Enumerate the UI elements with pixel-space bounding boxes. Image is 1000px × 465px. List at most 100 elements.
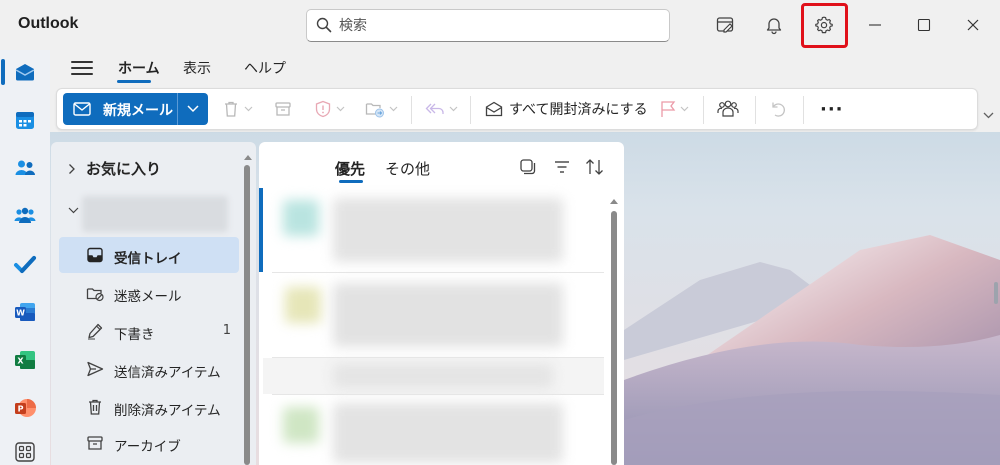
tab-other[interactable]: その他: [385, 158, 430, 179]
folder-label: 送信済みアイテム: [114, 365, 221, 381]
rail-excel[interactable]: X: [9, 344, 41, 376]
maximize-icon: [917, 18, 931, 32]
folder-scrollbar[interactable]: [244, 165, 250, 465]
search-icon: [316, 17, 332, 33]
folder-junk[interactable]: 迷惑メール: [59, 275, 239, 311]
draft-icon: [88, 323, 103, 340]
people-team-icon: [717, 100, 739, 117]
people-icon: [15, 160, 35, 175]
new-mail-label: 新規メール: [103, 103, 173, 119]
message-preview-redacted: [333, 403, 563, 463]
message-scroll-up[interactable]: [610, 193, 618, 208]
folder-drafts[interactable]: 下書き 1: [59, 313, 239, 349]
mark-all-read-label: すべて開封済みにする: [509, 102, 648, 118]
tab-home[interactable]: ホーム: [118, 58, 160, 78]
maximize-button[interactable]: [909, 10, 939, 40]
chevron-down-icon: [244, 106, 253, 112]
tab-active-underline: [117, 80, 151, 83]
folder-archive[interactable]: アーカイブ: [59, 425, 239, 461]
hamburger-menu-icon[interactable]: [71, 57, 93, 79]
account-header[interactable]: [68, 207, 79, 214]
rail-mail[interactable]: [9, 56, 41, 88]
toolbar-separator: [470, 96, 471, 124]
ribbon-collapse-button[interactable]: [983, 108, 994, 123]
message-item[interactable]: [263, 190, 604, 270]
bell-icon: [766, 18, 782, 35]
reply-all-icon: [425, 103, 444, 114]
move-to-button[interactable]: [365, 96, 398, 122]
chevron-down-icon: [449, 106, 458, 112]
my-day-button[interactable]: [708, 8, 742, 42]
rail-apps[interactable]: [9, 436, 41, 465]
new-mail-button[interactable]: 新規メール: [63, 93, 208, 125]
tab-help[interactable]: ヘルプ: [244, 58, 286, 78]
chevron-right-icon: [69, 163, 75, 174]
rail-people[interactable]: [9, 152, 41, 184]
search-input[interactable]: [339, 16, 659, 36]
folder-inbox[interactable]: 受信トレイ: [59, 237, 239, 273]
favorites-label: お気に入り: [86, 160, 162, 178]
mark-all-read-button[interactable]: すべて開封済みにする: [485, 96, 648, 122]
message-preview-redacted: [333, 198, 563, 262]
archive-icon: [275, 102, 291, 116]
svg-text:W: W: [16, 309, 25, 318]
svg-text:X: X: [17, 357, 24, 366]
archive-icon: [87, 436, 103, 450]
message-scrollbar[interactable]: [611, 211, 617, 465]
undo-icon: [772, 102, 785, 117]
new-mail-separator: [177, 93, 178, 125]
caret-up-icon: [244, 155, 252, 160]
inbox-icon: [87, 247, 103, 263]
report-button[interactable]: [314, 96, 345, 122]
rail-todo[interactable]: [9, 248, 41, 280]
archive-button[interactable]: [274, 96, 292, 122]
notifications-button[interactable]: [757, 8, 791, 42]
flag-icon: [661, 101, 676, 117]
rail-groups[interactable]: [9, 200, 41, 232]
rail-calendar[interactable]: [9, 104, 41, 136]
more-options-button[interactable]: ···: [820, 96, 844, 122]
message-item[interactable]: [263, 275, 604, 355]
my-day-icon: [716, 17, 734, 33]
reading-pane-scrollbar[interactable]: [994, 282, 998, 304]
folder-scroll-up[interactable]: [244, 149, 252, 164]
message-avatar: [283, 407, 319, 443]
sort-button[interactable]: [584, 156, 606, 178]
folder-label: 削除済みアイテム: [114, 403, 221, 419]
select-button[interactable]: [517, 156, 539, 178]
close-button[interactable]: [958, 10, 988, 40]
filter-button[interactable]: [551, 156, 573, 178]
apps-icon: [15, 442, 35, 462]
flag-button[interactable]: [660, 96, 689, 122]
message-preview-redacted: [333, 283, 563, 347]
message-item[interactable]: [263, 397, 604, 465]
rail-powerpoint[interactable]: P: [9, 392, 41, 424]
toolbar-separator: [411, 96, 412, 124]
folder-deleted[interactable]: 削除済みアイテム: [59, 389, 239, 425]
undo-button[interactable]: [769, 96, 787, 122]
reply-all-button[interactable]: [425, 96, 458, 122]
message-group-header[interactable]: [263, 358, 604, 394]
folder-sent[interactable]: 送信済みアイテム: [59, 351, 239, 387]
mail-open-icon: [485, 101, 503, 117]
svg-text:P: P: [18, 405, 24, 414]
toolbar-separator: [703, 96, 704, 124]
tab-focused[interactable]: 優先: [335, 158, 365, 179]
favorites-header[interactable]: お気に入り: [68, 158, 161, 179]
powerpoint-icon: P: [15, 399, 36, 417]
search-box[interactable]: [306, 9, 670, 42]
excel-icon: X: [15, 351, 35, 369]
trash-icon: [225, 101, 237, 117]
mail-icon: [15, 64, 35, 81]
delete-button[interactable]: [222, 96, 253, 122]
minimize-button[interactable]: [860, 10, 890, 40]
calendar-icon: [16, 112, 34, 129]
groups-icon: [14, 207, 36, 223]
tab-view[interactable]: 表示: [183, 58, 211, 78]
sort-icon: [586, 159, 603, 175]
groups-button[interactable]: [717, 96, 739, 122]
toolbar-separator: [755, 96, 756, 124]
rail-word[interactable]: W: [9, 296, 41, 328]
mail-compose-icon: [73, 102, 91, 116]
new-mail-dropdown[interactable]: [180, 99, 206, 119]
